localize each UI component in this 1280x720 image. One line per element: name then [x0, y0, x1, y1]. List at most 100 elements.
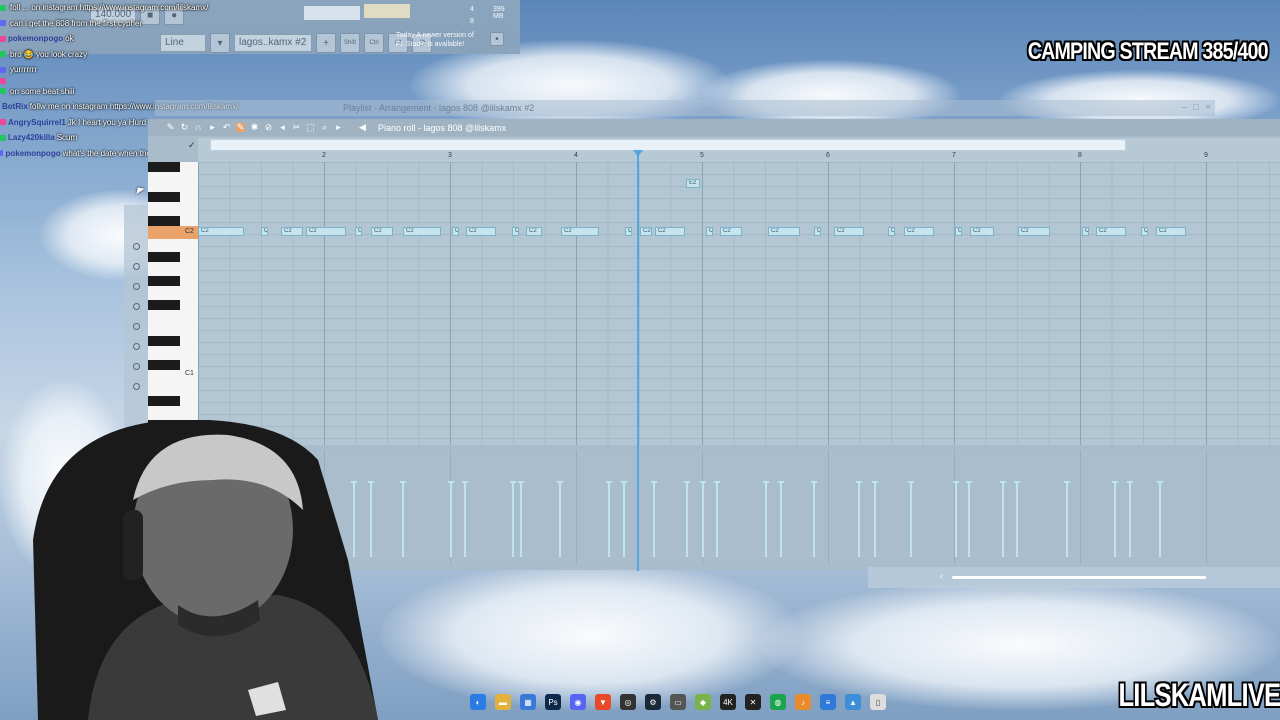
brave-icon[interactable]: ▼	[595, 694, 611, 710]
velocity-bar[interactable]	[811, 481, 817, 557]
discord-icon[interactable]: ◉	[570, 694, 586, 710]
velocity-bar[interactable]	[1014, 481, 1020, 557]
option-dot-icon[interactable]	[133, 263, 140, 270]
4k-app-icon[interactable]: 4K	[720, 694, 736, 710]
select-tool-icon[interactable]: ⬚	[306, 123, 315, 132]
velocity-bar[interactable]	[966, 481, 972, 557]
option-dot-icon[interactable]	[133, 303, 140, 310]
black-key[interactable]	[148, 276, 180, 286]
velocity-bar[interactable]	[557, 481, 563, 557]
playlist-titlebar[interactable]: Playlist - Arrangement - lagos 808 @lils…	[155, 100, 1215, 116]
paint-tool-icon[interactable]: ✱	[250, 123, 259, 132]
chat-username[interactable]: BotRix	[2, 99, 28, 115]
note-c2[interactable]: C2	[512, 227, 519, 236]
file-icon[interactable]: ▯	[870, 694, 886, 710]
checkmark-icon[interactable]: ✓	[188, 140, 196, 151]
playhead-marker-icon[interactable]	[633, 150, 643, 157]
shift-button[interactable]: Shift	[340, 33, 360, 53]
velocity-bar[interactable]	[462, 481, 468, 557]
note-c2[interactable]: C2	[625, 227, 632, 236]
note-e2[interactable]: E2	[686, 179, 700, 188]
note-c2[interactable]: C2	[970, 227, 994, 236]
note-c2[interactable]: C2	[1141, 227, 1148, 236]
draw-tool-icon[interactable]: ✎	[236, 123, 245, 132]
fl-studio-icon[interactable]: ♪	[795, 694, 811, 710]
note-c2[interactable]: C2	[371, 227, 393, 236]
pencil-icon[interactable]: ✎	[166, 123, 175, 132]
timeline-ruler[interactable]: 2 3 4 5 6 7 8 9	[198, 138, 1280, 162]
browser-icon[interactable]: ◐	[470, 694, 486, 710]
note-c2[interactable]: C2	[640, 227, 652, 236]
scroll-left-icon[interactable]: ‹	[940, 571, 943, 581]
note-c2[interactable]: C2	[355, 227, 362, 236]
photos-icon[interactable]: ▲	[845, 694, 861, 710]
note-c2[interactable]: C2	[1156, 227, 1186, 236]
notepad-icon[interactable]: ≡	[820, 694, 836, 710]
folder-icon[interactable]: ▬	[495, 694, 511, 710]
velocity-bar[interactable]	[872, 481, 878, 557]
chat-username[interactable]: pokemonpogo	[8, 31, 63, 47]
note-c2[interactable]: C2	[655, 227, 685, 236]
note-c2[interactable]: C2	[888, 227, 895, 236]
playback-tool-icon[interactable]: ▸	[334, 123, 343, 132]
velocity-bar[interactable]	[1127, 481, 1133, 557]
black-key[interactable]	[148, 360, 180, 370]
note-c2[interactable]: C2	[526, 227, 542, 236]
photoshop-icon[interactable]: Ps	[545, 694, 561, 710]
chat-username[interactable]: Lazy420killa	[8, 130, 55, 146]
horizontal-scroll-track[interactable]	[210, 139, 1126, 151]
note-c2[interactable]: C2	[720, 227, 742, 236]
note-c2[interactable]: C2	[1096, 227, 1126, 236]
note-c2[interactable]: C2	[706, 227, 713, 236]
velocity-bar[interactable]	[621, 481, 627, 557]
capcut-icon[interactable]: ✕	[745, 694, 761, 710]
black-key[interactable]	[148, 192, 180, 202]
chat-username[interactable]: AngrySquirrel1	[8, 115, 66, 131]
speaker-icon[interactable]: ◀	[358, 123, 367, 132]
scrollbar-thumb[interactable]	[952, 576, 1206, 579]
add-pattern-icon[interactable]: +	[316, 33, 336, 53]
playlist-scrollbar[interactable]: ‹	[868, 567, 1280, 588]
note-c2[interactable]: C2	[768, 227, 800, 236]
minimize-icon[interactable]: –	[1181, 100, 1187, 116]
velocity-bar[interactable]	[1000, 481, 1006, 557]
option-dot-icon[interactable]	[133, 323, 140, 330]
velocity-bar[interactable]	[518, 481, 524, 557]
note-c2[interactable]: C2	[281, 227, 303, 236]
note-grid[interactable]: C2C2C2C2C2C2C2C2C2C2C2C2C2C2C2C2C2C2C2C2…	[198, 162, 1280, 445]
zoom-tool-icon[interactable]: ⌕	[320, 123, 329, 132]
velocity-bar[interactable]	[908, 481, 914, 557]
note-c2[interactable]: C2	[306, 227, 346, 236]
black-key[interactable]	[148, 396, 180, 406]
note-c2[interactable]: C2	[1082, 227, 1089, 236]
note-c2[interactable]: C2	[466, 227, 496, 236]
pattern-select[interactable]: lagos..kamx #2	[234, 34, 312, 52]
slice-tool-icon[interactable]: ✂	[292, 123, 301, 132]
pin-icon[interactable]: •	[490, 32, 504, 46]
app-icon[interactable]: ▭	[670, 694, 686, 710]
mute-tool-icon[interactable]: ◂	[278, 123, 287, 132]
note-c2[interactable]: C2	[955, 227, 962, 236]
note-c2[interactable]: C2	[198, 227, 244, 236]
maximize-icon[interactable]: □	[1193, 100, 1199, 116]
velocity-bar[interactable]	[856, 481, 862, 557]
update-notice[interactable]: Today A newer version of FL Studio is av…	[396, 31, 474, 49]
undo-icon[interactable]: ↶	[222, 123, 231, 132]
black-key[interactable]	[148, 252, 180, 262]
note-c2[interactable]: C2	[261, 227, 268, 236]
playhead[interactable]	[637, 155, 639, 571]
master-volume[interactable]	[364, 4, 410, 18]
velocity-bar[interactable]	[1157, 481, 1163, 557]
store-icon[interactable]: ▦	[520, 694, 536, 710]
option-dot-icon[interactable]	[133, 363, 140, 370]
velocity-bar[interactable]	[1064, 481, 1070, 557]
spotify-icon[interactable]: ◍	[770, 694, 786, 710]
black-key[interactable]	[148, 336, 180, 346]
delete-tool-icon[interactable]: ⊘	[264, 123, 273, 132]
option-dot-icon[interactable]	[133, 243, 140, 250]
velocity-bar[interactable]	[651, 481, 657, 557]
close-icon[interactable]: ×	[1205, 100, 1211, 116]
magnet-icon[interactable]: ∩	[194, 123, 203, 132]
note-c2[interactable]: C2	[561, 227, 599, 236]
velocity-bar[interactable]	[953, 481, 959, 557]
